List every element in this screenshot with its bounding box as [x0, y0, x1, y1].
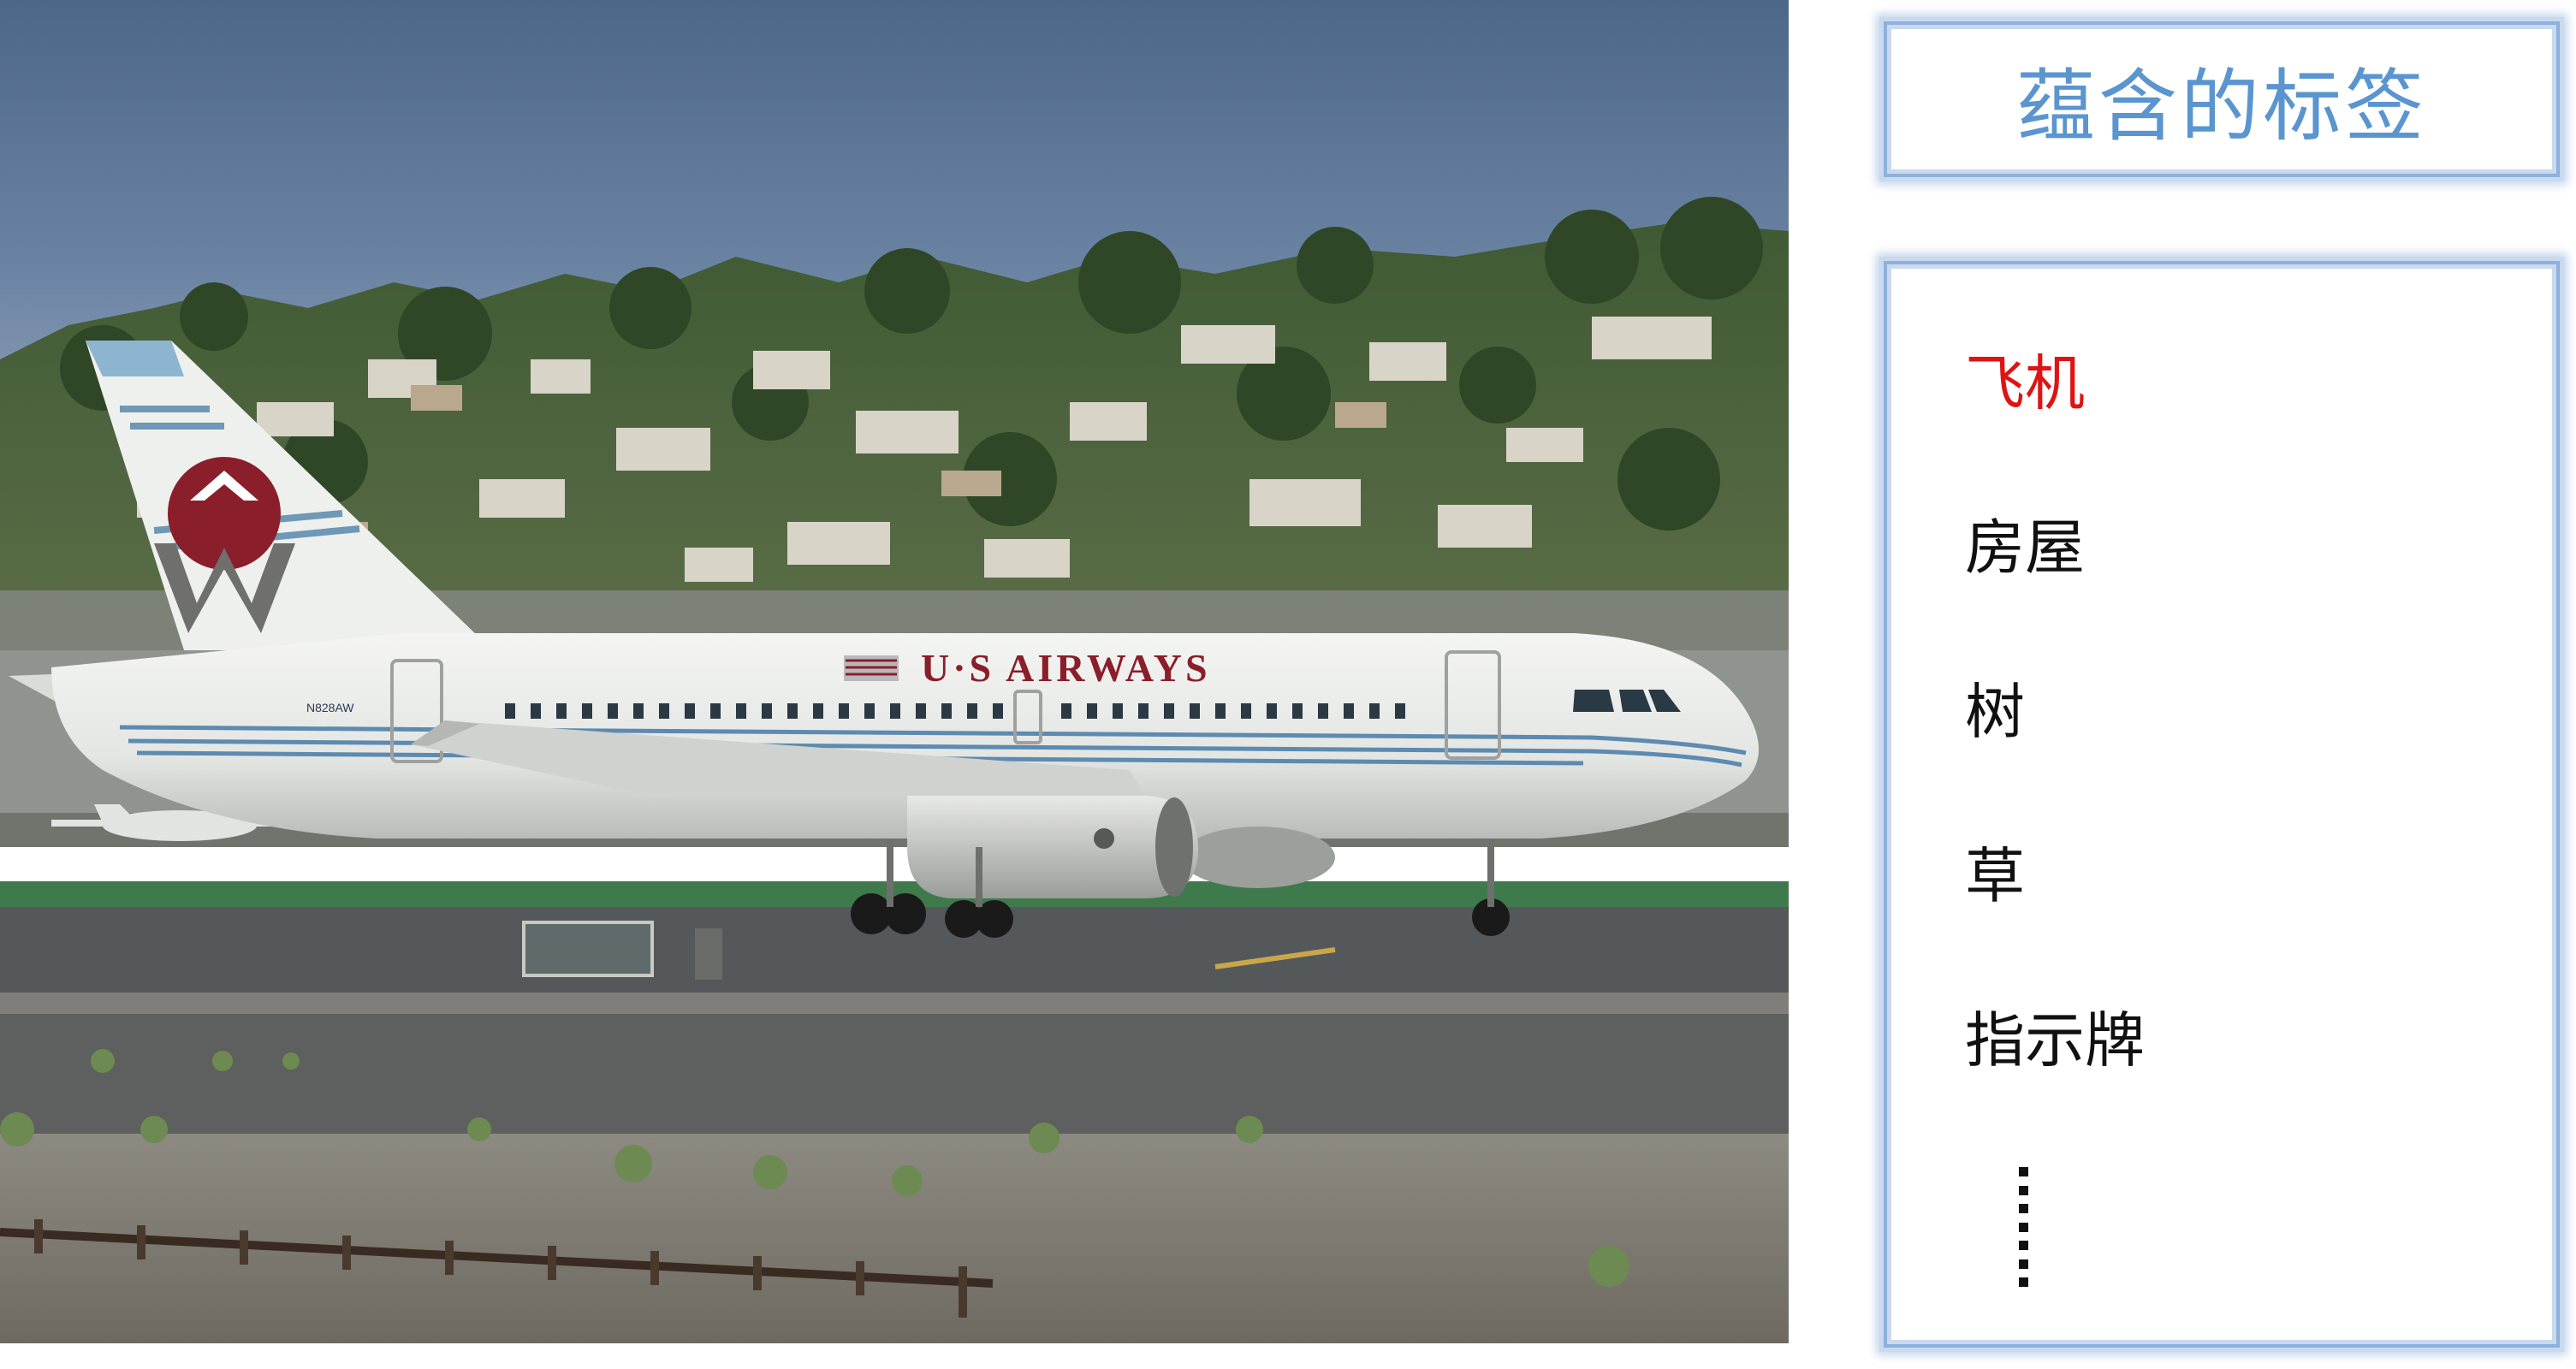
tag-airplane: 飞机	[1965, 348, 2085, 418]
airport-photo: U·S AIRWAYS N828AW	[0, 0, 1789, 1343]
tag-sign: 指示牌	[1965, 1005, 2145, 1076]
airplane-scene-image: U·S AIRWAYS N828AW	[0, 0, 1789, 1343]
tag-tree: 树	[1965, 677, 2025, 747]
tags-panel: 飞机 房屋 树 草 指示牌	[1879, 257, 2564, 1352]
airline-titles: U·S AIRWAYS	[921, 646, 1211, 690]
tag-grass: 草	[1965, 841, 2025, 911]
registration-mark: N828AW	[306, 701, 354, 714]
panel-title: 蕴含的标签	[2015, 60, 2427, 152]
tag-house: 房屋	[1965, 513, 2085, 583]
vertical-ellipsis-icon	[2018, 1167, 2028, 1287]
title-panel: 蕴含的标签	[1879, 17, 2564, 181]
